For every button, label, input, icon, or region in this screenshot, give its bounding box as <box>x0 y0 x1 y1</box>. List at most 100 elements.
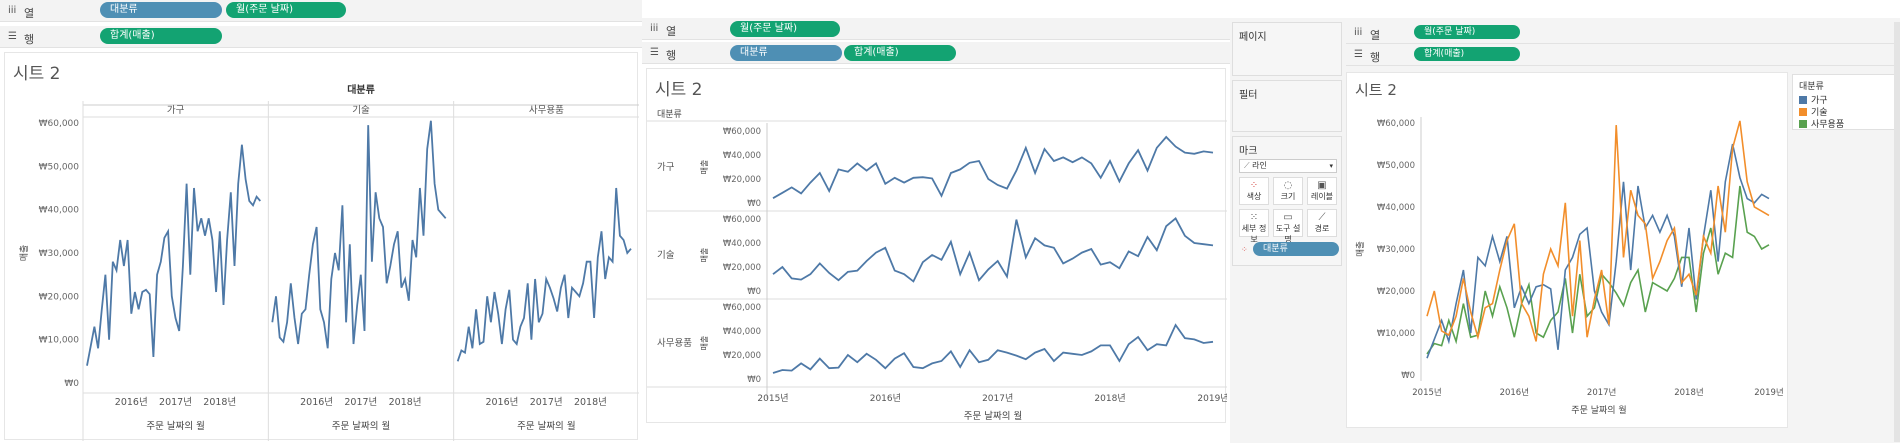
panel-overlay-view: 페이지 필터 마크 ⟋ 라인 ▾ ⁘ 색상 ◌ 크기 ▣ 레이블 ⁙ 세부 정보 ▭ 도구… <box>1230 18 1900 443</box>
month-pill[interactable]: 월(주문 날짜) <box>226 2 346 18</box>
x-tick-label: 2017년 <box>1587 387 1616 398</box>
rows-shelf-icon-3: ☰ <box>1354 49 1363 60</box>
series-line-2 <box>1426 185 1770 355</box>
row-header-title: 대분류 <box>657 109 682 120</box>
legend-item-office-supplies[interactable]: 사무용품 <box>1799 117 1844 130</box>
columns-shelf-3[interactable]: iii 열 월(주문 날짜) <box>1346 22 1900 44</box>
color-category-pill[interactable]: 대분류 <box>1253 242 1339 256</box>
label-button-label: 레이블 <box>1310 192 1334 201</box>
sales-pill-2[interactable]: 합계(매출) <box>844 45 956 61</box>
detail-icon: ⁙ <box>1249 212 1259 223</box>
category-pill[interactable]: 대분류 <box>100 2 222 18</box>
x-tick-label: 2019년 <box>1754 387 1783 398</box>
sheet-view-2: 시트 2 대분류 가구 매출 ₩0 ₩20,000 ₩40,000 ₩60,000 기술 매출 ₩… <box>646 68 1227 423</box>
month-pill-3[interactable]: 월(주문 날짜) <box>1414 25 1520 39</box>
month-pill-2[interactable]: 월(주문 날짜) <box>730 21 840 37</box>
sheet-view-3: 시트 2 ₩0 ₩10,000 ₩20,000 ₩30,000 ₩40,000 ₩50,0… <box>1346 72 1788 428</box>
x-tick-label: 2017년 <box>530 397 563 408</box>
row-header-0: 가구 <box>657 162 675 173</box>
panel-rows-view: iii 열 월(주문 날짜) ☰ 행 대분류 합계(매출) 시트 2 대분류 가구… <box>642 14 1230 443</box>
x-tick-label: 2017년 <box>982 393 1013 404</box>
y-axis-title: 매출 <box>1355 241 1366 257</box>
y-tick-label: ₩60,000 <box>723 215 761 225</box>
color-icon: ⁘ <box>1249 180 1259 191</box>
office-supplies-swatch <box>1799 120 1807 128</box>
x-tick-label: 2016년 <box>870 393 901 404</box>
rows-shelf-label-2: 행 <box>666 49 677 62</box>
columns-shelf-2[interactable]: iii 열 월(주문 날짜) <box>642 18 1230 40</box>
y-axis-title: 매출 <box>699 248 709 263</box>
rows-chart: 대분류가구 매출₩0₩20,000₩40,000₩60,000기술 매출₩0₩20,… <box>647 109 1227 422</box>
category-header-1: 기술 <box>352 105 370 116</box>
x-tick-label: 2016년 <box>1500 387 1529 398</box>
columns-shelf-icon: iii <box>8 5 17 16</box>
small-multiples-chart: 대분류가구 기술 사무용품 ₩0 ₩10,000 ₩20,000 ₩30,000 ₩40,00… <box>19 83 639 441</box>
x-tick-label: 2017년 <box>159 397 192 408</box>
legend: 대분류 가구 기술 사무용품 <box>1792 74 1898 130</box>
y-tick-label: ₩20,000 <box>723 263 761 273</box>
x-axis-title: 주문 날짜의 월 <box>517 420 575 432</box>
y-tick-label: ₩10,000 <box>1377 329 1415 339</box>
path-button-label: 경로 <box>1314 224 1330 233</box>
filters-card[interactable]: 필터 <box>1232 80 1342 132</box>
path-button[interactable]: ⟋ 경로 <box>1307 209 1337 237</box>
mark-type-label: 라인 <box>1252 161 1267 170</box>
x-axis-title: 주문 날짜의 월 <box>146 420 204 432</box>
series-line-1 <box>271 120 447 349</box>
detail-button[interactable]: ⁙ 세부 정보 <box>1239 209 1269 244</box>
overlay-chart: ₩0 ₩10,000 ₩20,000 ₩30,000 ₩40,000 ₩50,000 ₩60… <box>1355 117 1784 416</box>
x-tick-label: 2018년 <box>1094 393 1125 404</box>
y-tick-label: ₩40,000 <box>723 327 761 337</box>
y-tick-label: ₩30,000 <box>1377 245 1415 255</box>
y-axis-title: 매출 <box>19 245 30 262</box>
rows-shelf-2[interactable]: ☰ 행 대분류 합계(매출) <box>642 42 1230 64</box>
label-button[interactable]: ▣ 레이블 <box>1307 177 1337 205</box>
mark-type-dropdown[interactable]: ⟋ 라인 ▾ <box>1239 159 1337 173</box>
x-tick-label: 2016년 <box>485 397 518 408</box>
chevron-down-icon: ▾ <box>1329 162 1333 170</box>
y-tick-label: ₩0 <box>64 379 79 389</box>
y-tick-label: ₩30,000 <box>39 249 80 259</box>
category-pill-2[interactable]: 대분류 <box>730 45 842 61</box>
y-tick-label: ₩0 <box>747 199 761 209</box>
color-button[interactable]: ⁘ 색상 <box>1239 177 1269 205</box>
furniture-swatch <box>1799 96 1807 104</box>
rows-shelf-3[interactable]: ☰ 행 합계(매출) <box>1346 44 1900 66</box>
columns-shelf-label: 열 <box>24 7 35 20</box>
detail-button-label: 세부 정보 <box>1241 224 1267 244</box>
rows-shelf[interactable]: ☰ 행 합계(매출) <box>0 26 642 48</box>
x-tick-label: 2016년 <box>300 397 333 408</box>
rows-shelf-label: 행 <box>24 33 35 46</box>
y-tick-label: ₩60,000 <box>723 127 761 137</box>
series-line-0 <box>86 144 261 366</box>
marks-card-title: 마크 <box>1239 146 1258 157</box>
y-axis-title: 매출 <box>699 160 709 175</box>
size-button[interactable]: ◌ 크기 <box>1273 177 1303 205</box>
sheet-view: 시트 2 대분류 가구 기술 사무용품 ₩0 ₩10,000 ₩20,000 ₩30,000 ₩… <box>4 52 639 441</box>
x-tick-label: 2018년 <box>203 397 236 408</box>
columns-shelf[interactable]: iii 열 대분류 월(주문 날짜) <box>0 0 642 22</box>
y-tick-label: ₩60,000 <box>723 303 761 313</box>
color-button-label: 색상 <box>1246 192 1262 201</box>
y-tick-label: ₩0 <box>747 287 761 297</box>
series-line-1 <box>1426 120 1770 342</box>
series-line-1 <box>772 217 1214 283</box>
sales-pill-3[interactable]: 합계(매출) <box>1414 47 1520 61</box>
x-tick-label: 2015년 <box>1412 387 1441 398</box>
y-tick-label: ₩60,000 <box>1377 119 1415 129</box>
rows-shelf-icon-2: ☰ <box>650 47 659 58</box>
right-scrollbar[interactable] <box>1894 22 1900 442</box>
category-header-title: 대분류 <box>347 83 375 96</box>
tooltip-button[interactable]: ▭ 도구 설명 <box>1273 209 1303 244</box>
y-tick-label: ₩50,000 <box>1377 161 1415 171</box>
y-tick-label: ₩20,000 <box>39 292 80 302</box>
legend-item-label: 사무용품 <box>1811 120 1845 130</box>
pages-card[interactable]: 페이지 <box>1232 22 1342 76</box>
x-tick-label: 2018년 <box>574 397 607 408</box>
size-icon: ◌ <box>1283 180 1293 191</box>
sales-pill[interactable]: 합계(매출) <box>100 28 222 44</box>
rows-shelf-label-3: 행 <box>1370 51 1381 64</box>
category-header-0: 가구 <box>167 105 185 116</box>
series-line-2 <box>772 323 1214 374</box>
x-tick-label: 2017년 <box>344 397 377 408</box>
